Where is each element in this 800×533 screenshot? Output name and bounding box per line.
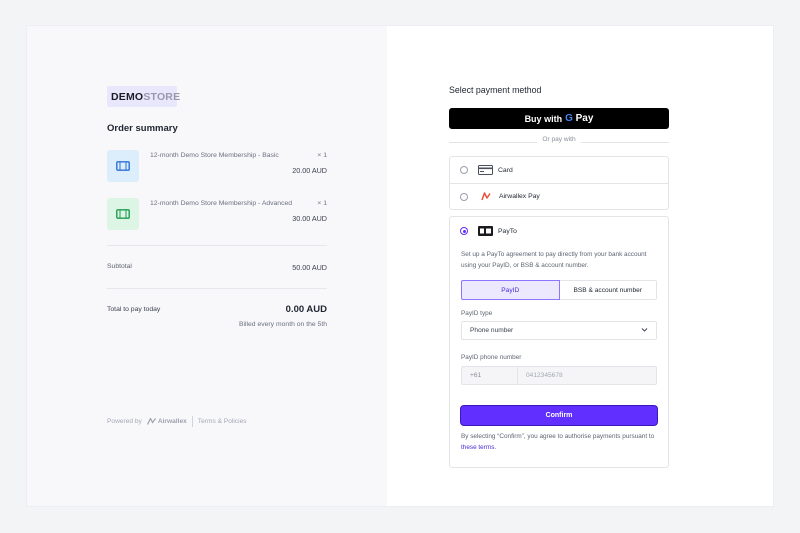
phone-label: PayID phone number [461, 354, 522, 361]
payment-option-airwallex-pay[interactable]: Airwallex Pay [450, 183, 668, 209]
payto-icon [478, 226, 493, 236]
payto-tabs: PayID BSB & account number [461, 280, 657, 300]
terms-policies-link[interactable]: Terms & Policies [198, 418, 247, 425]
radio-payto[interactable] [460, 227, 468, 235]
total-value: 0.00 AUD [285, 304, 327, 315]
footer-separator [191, 416, 193, 427]
total-label: Total to pay today [107, 306, 161, 313]
google-pay-logo: G Pay [565, 113, 594, 124]
airwallex-icon [481, 192, 491, 201]
confirm-button[interactable]: Confirm [461, 406, 657, 425]
terms-link[interactable]: these terms [461, 444, 494, 451]
payto-description: Set up a PayTo agreement to pay directly… [461, 251, 647, 269]
payment-panel: Select payment method Buy with G Pay Or … [387, 26, 773, 506]
order-summary-title: Order summary [107, 123, 178, 134]
card-icon [478, 165, 493, 175]
airwallex-brand-link[interactable]: Airwallex [146, 418, 187, 425]
chevron-down-icon [641, 327, 648, 335]
item-name: 12-month Demo Store Membership - Basic [150, 152, 279, 159]
country-code-field[interactable]: +61 [461, 366, 518, 385]
payment-option-card[interactable]: Card [450, 157, 668, 183]
radio-card[interactable] [460, 166, 468, 174]
ticket-icon [107, 198, 139, 230]
ticket-icon [107, 150, 139, 182]
payid-type-label: PayID type [461, 310, 493, 317]
payment-option-payto[interactable]: PayTo [460, 226, 517, 236]
powered-by-label: Powered by [107, 418, 142, 425]
order-item: 12-month Demo Store Membership - Advance… [107, 198, 327, 232]
item-name: 12-month Demo Store Membership - Advance… [150, 200, 293, 207]
airwallex-logo-icon [146, 418, 156, 425]
checkout-frame: DEMO STORE Order summary 12-month Demo St… [27, 26, 773, 506]
store-logo: DEMO STORE [107, 86, 180, 107]
tab-bsb-account[interactable]: BSB & account number [559, 280, 657, 300]
phone-field-group: +61 0412345678 [461, 366, 657, 385]
divider [107, 288, 327, 289]
item-price: 30.00 AUD [292, 214, 327, 223]
tab-payid[interactable]: PayID [461, 280, 560, 300]
item-qty: × 1 [317, 200, 327, 207]
billing-note: Billed every month on the 5th [238, 321, 327, 328]
legal-text: By selecting “Confirm”, you agree to aut… [461, 433, 655, 451]
payto-section: PayTo Set up a PayTo agreement to pay di… [449, 216, 669, 468]
radio-airwallex-pay[interactable] [460, 192, 468, 201]
divider [107, 245, 327, 246]
item-price: 20.00 AUD [292, 166, 327, 175]
order-item: 12-month Demo Store Membership - Basic ×… [107, 150, 327, 184]
payment-method-title: Select payment method [449, 85, 542, 95]
payid-type-select[interactable]: Phone number [461, 321, 657, 340]
phone-number-input[interactable]: 0412345678 [518, 366, 657, 385]
subtotal-label: Subtotal [107, 263, 132, 270]
google-pay-button[interactable]: Buy with G Pay [449, 108, 669, 129]
order-summary-panel: DEMO STORE Order summary 12-month Demo St… [27, 26, 387, 506]
payment-options: Card Airwallex Pay [449, 156, 669, 210]
subtotal-value: 50.00 AUD [292, 263, 327, 272]
footer: Powered by Airwallex Terms & Policies [107, 416, 247, 427]
item-qty: × 1 [317, 152, 327, 159]
or-pay-with-divider: Or pay with [449, 136, 669, 148]
